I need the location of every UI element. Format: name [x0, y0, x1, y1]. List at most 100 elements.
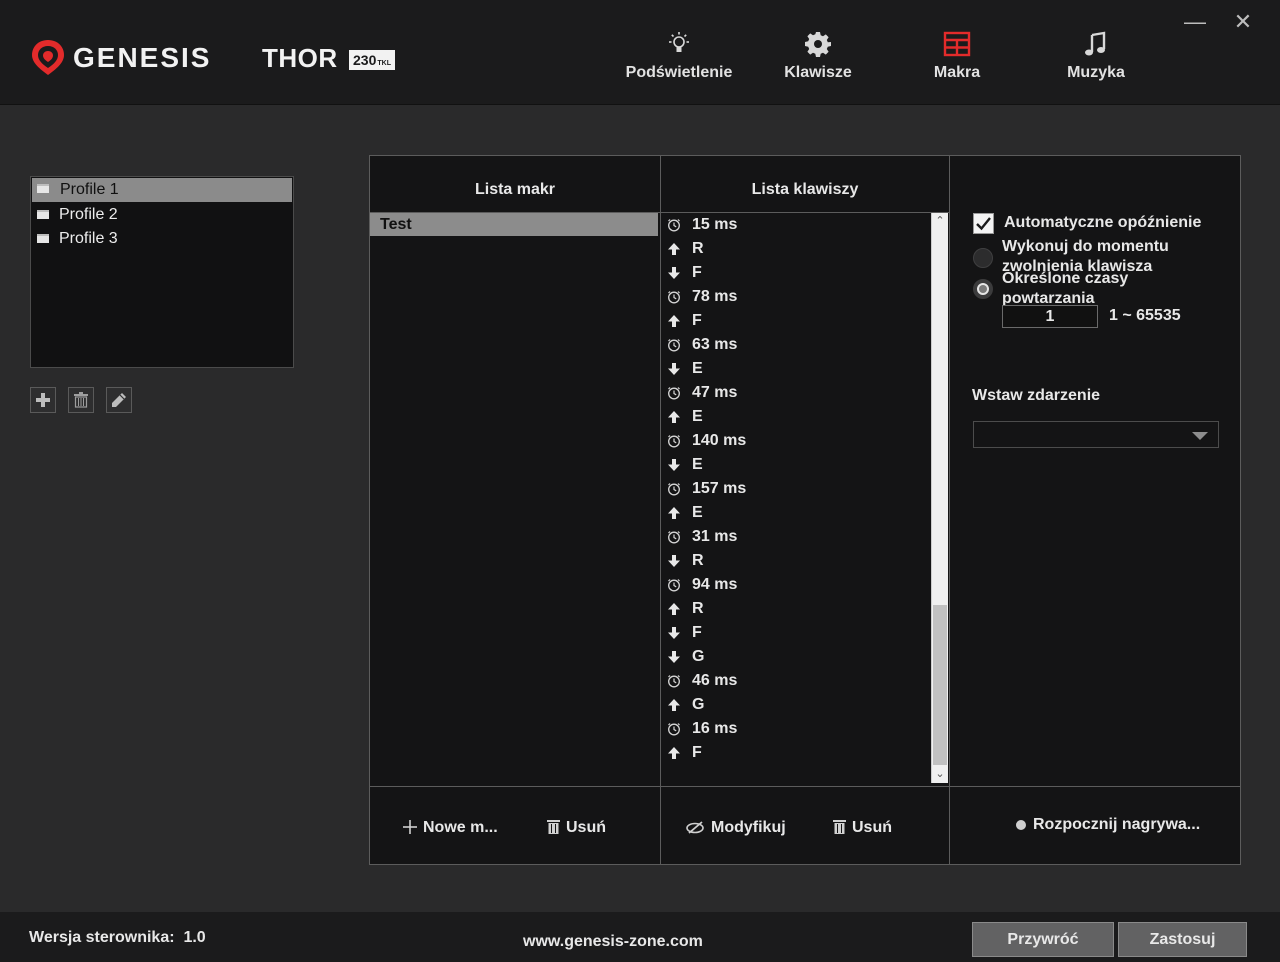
scroll-up-arrow-icon[interactable]: ⌃	[932, 213, 948, 230]
key-event-delay[interactable]: 16 ms	[661, 717, 931, 741]
profile-item-label: Profile 3	[59, 230, 118, 247]
key-event-delay[interactable]: 78 ms	[661, 285, 931, 309]
model-badge-suffix: TKL	[377, 60, 391, 67]
key-event-delay[interactable]: 94 ms	[661, 573, 931, 597]
tab-music-label: Muzyka	[1067, 64, 1125, 81]
brand-name: GENESIS	[73, 42, 212, 73]
repeat-count-radio[interactable]	[973, 279, 993, 299]
key-event-delay[interactable]: 15 ms	[661, 213, 931, 237]
key-event-text: 78 ms	[692, 288, 738, 305]
key-event-text: F	[692, 264, 702, 281]
key-event-text: 16 ms	[692, 720, 738, 737]
arrow-up-icon	[668, 243, 680, 255]
clock-icon	[668, 675, 680, 688]
key-event-release[interactable]: F	[661, 741, 931, 765]
insert-event-dropdown[interactable]	[973, 421, 1219, 448]
arrow-down-icon	[668, 267, 680, 279]
key-event-text: G	[692, 696, 705, 713]
apply-button[interactable]: Zastosuj	[1118, 922, 1247, 957]
arrow-down-icon	[668, 459, 680, 471]
trash-icon	[74, 392, 88, 408]
start-recording-button[interactable]: Rozpocznij nagrywa...	[1015, 813, 1200, 837]
key-event-delay[interactable]: 63 ms	[661, 333, 931, 357]
restore-button[interactable]: Przywróć	[972, 922, 1114, 957]
tab-music[interactable]: Muzyka	[1026, 30, 1166, 82]
key-event-text: F	[692, 312, 702, 329]
key-event-text: G	[692, 648, 705, 665]
key-event-press[interactable]: F	[661, 261, 931, 285]
website-link[interactable]: www.genesis-zone.com	[523, 933, 703, 951]
key-list-scrollbar[interactable]: ⌃ ⌄	[931, 213, 948, 783]
driver-version-label: Wersja sterownika:	[29, 929, 175, 946]
clock-icon	[668, 579, 680, 592]
dropdown-arrow-icon	[1192, 432, 1208, 440]
key-event-press[interactable]: G	[661, 645, 931, 669]
scroll-thumb[interactable]	[933, 605, 947, 765]
key-event-press[interactable]: R	[661, 549, 931, 573]
key-event-release[interactable]: R	[661, 597, 931, 621]
arrow-up-icon	[668, 603, 680, 615]
key-event-text: E	[692, 408, 703, 425]
tab-macros[interactable]: Makra	[887, 30, 1027, 82]
arrow-up-icon	[668, 507, 680, 519]
profile-item-1[interactable]: Profile 1	[32, 178, 292, 202]
key-event-delay[interactable]: 140 ms	[661, 429, 931, 453]
key-event-press[interactable]: E	[661, 453, 931, 477]
arrow-down-icon	[668, 363, 680, 375]
trash-icon	[833, 820, 846, 834]
delete-profile-button[interactable]	[68, 387, 94, 413]
key-event-release[interactable]: F	[661, 309, 931, 333]
macro-item-test[interactable]: Test	[370, 213, 658, 236]
delete-macro-button[interactable]: Usuń	[547, 816, 606, 840]
key-event-text: 31 ms	[692, 528, 738, 545]
tab-macros-label: Makra	[933, 64, 981, 81]
edit-profile-button[interactable]	[106, 387, 132, 413]
minimize-button[interactable]: —	[1181, 8, 1209, 36]
key-event-text: R	[692, 552, 704, 569]
key-event-release[interactable]: E	[661, 405, 931, 429]
modify-key-button[interactable]: Modyfikuj	[685, 816, 786, 840]
clock-icon	[668, 435, 680, 448]
scroll-down-arrow-icon[interactable]: ⌄	[932, 766, 948, 783]
key-event-release[interactable]: R	[661, 237, 931, 261]
key-event-release[interactable]: E	[661, 501, 931, 525]
key-event-press[interactable]: F	[661, 621, 931, 645]
profile-list[interactable]: Profile 1 Profile 2 Profile 3	[30, 176, 294, 368]
key-event-text: E	[692, 504, 703, 521]
clock-icon	[668, 483, 680, 496]
key-event-text: 47 ms	[692, 384, 738, 401]
tab-backlight[interactable]: Podświetlenie	[609, 30, 749, 82]
new-macro-button[interactable]: Nowe m...	[403, 816, 498, 840]
repeat-count-input[interactable]	[1002, 305, 1098, 328]
until-release-radio[interactable]	[973, 248, 993, 268]
key-event-delay[interactable]: 46 ms	[661, 669, 931, 693]
auto-delay-checkbox[interactable]	[973, 213, 994, 234]
key-event-delay[interactable]: 157 ms	[661, 477, 931, 501]
key-event-delay[interactable]: 47 ms	[661, 381, 931, 405]
trash-icon	[547, 820, 560, 834]
profile-item-2[interactable]: Profile 2	[31, 203, 293, 227]
profile-item-3[interactable]: Profile 3	[31, 227, 293, 251]
key-event-text: R	[692, 600, 704, 617]
macro-list-header: Lista makr	[474, 181, 556, 198]
delete-macro-label: Usuń	[566, 819, 606, 836]
status-bar: Wersja sterownika: 1.0 www.genesis-zone.…	[0, 912, 1280, 962]
bulb-icon	[669, 32, 689, 52]
key-event-text: R	[692, 240, 704, 257]
key-event-text: 15 ms	[692, 216, 738, 233]
add-profile-button[interactable]	[30, 387, 56, 413]
title-bar: GENESIS THOR 230TKL Podświetlenie Klawis…	[0, 0, 1280, 105]
arrow-up-icon	[668, 411, 680, 423]
tab-keys[interactable]: Klawisze	[748, 30, 888, 82]
close-button[interactable]: ✕	[1229, 8, 1257, 36]
delete-key-button[interactable]: Usuń	[833, 816, 892, 840]
music-note-icon	[1085, 31, 1106, 56]
key-event-delay[interactable]: 31 ms	[661, 525, 931, 549]
grid-icon	[943, 31, 971, 57]
key-event-text: F	[692, 744, 702, 761]
key-event-release[interactable]: G	[661, 693, 931, 717]
key-event-list[interactable]: 15 ms R F 78 ms F 63 ms E 47 ms E 140 ms E 157 ms E 3…	[661, 213, 931, 783]
key-event-press[interactable]: E	[661, 357, 931, 381]
gear-icon	[805, 32, 831, 57]
until-release-label-line1: Wykonuj do momentu	[1002, 238, 1169, 255]
